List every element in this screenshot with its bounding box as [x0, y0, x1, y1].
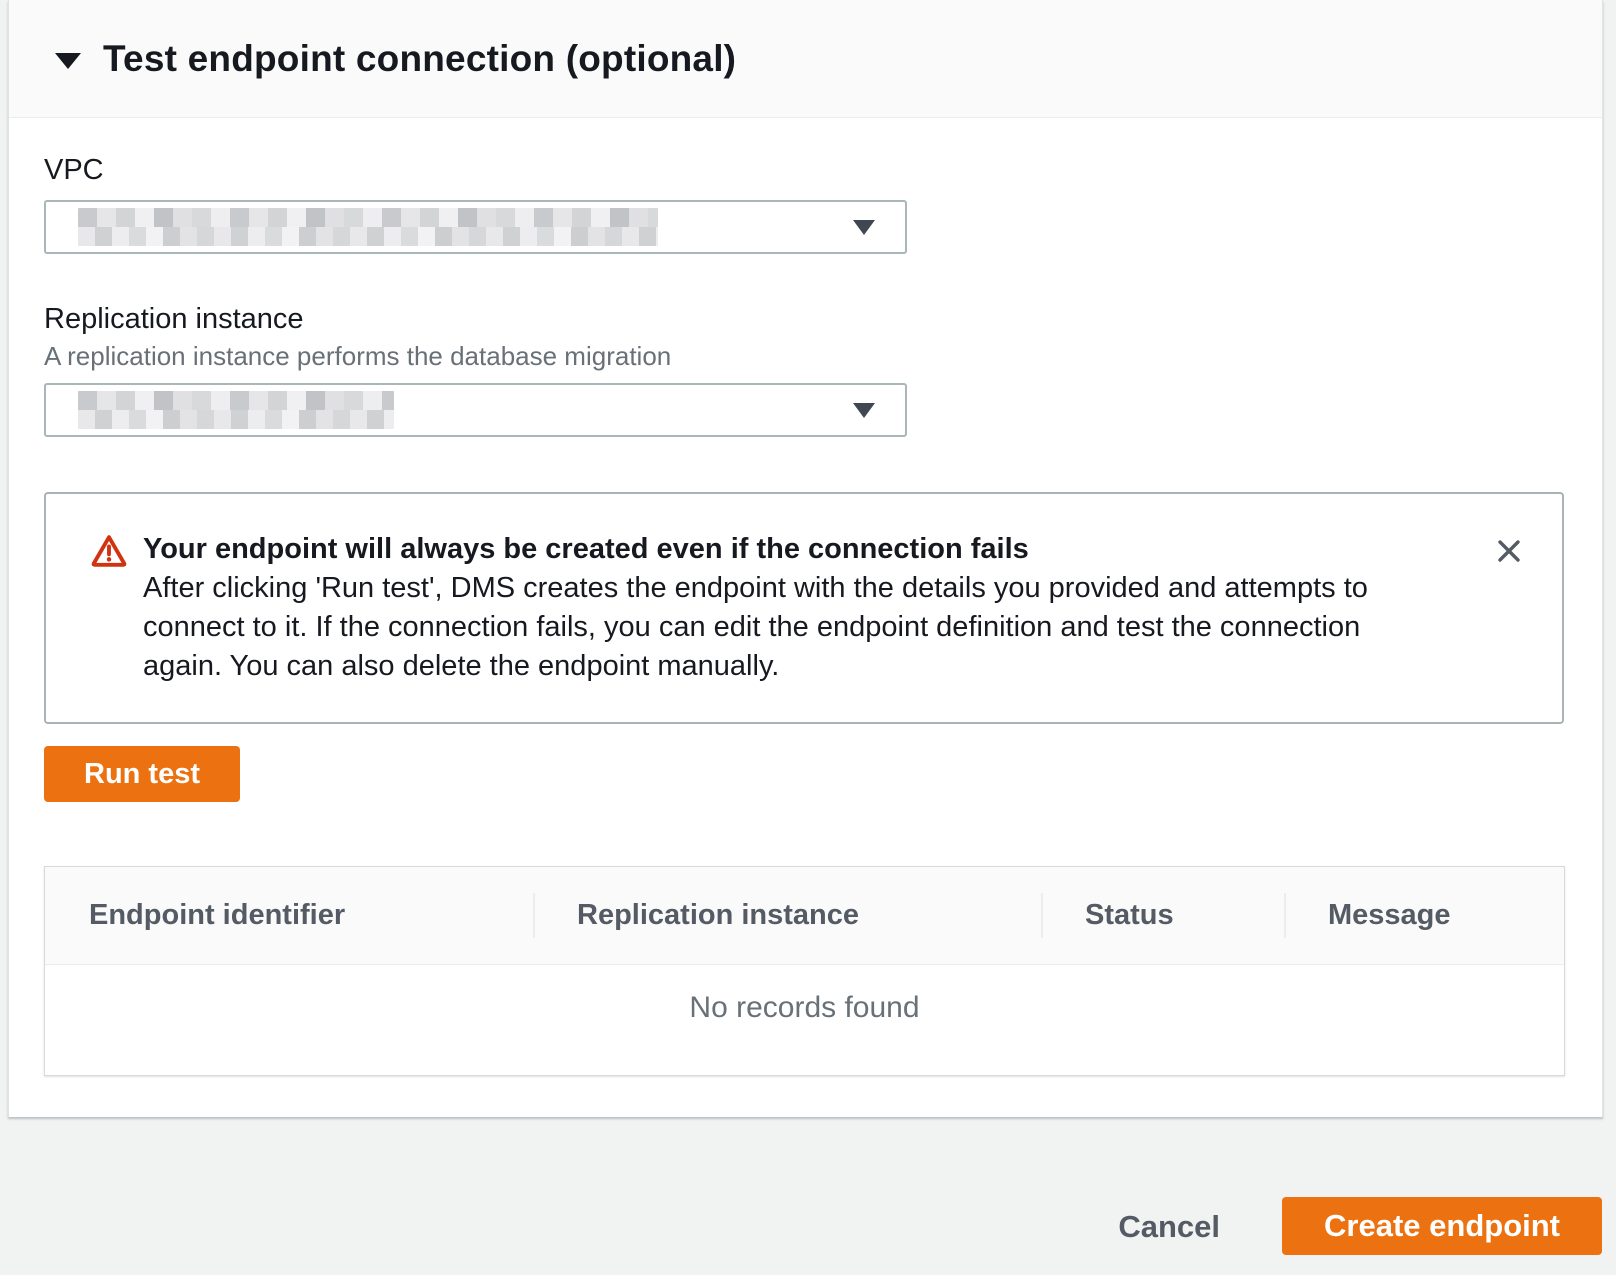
replication-instance-redacted-value [78, 391, 394, 429]
chevron-down-icon [853, 403, 875, 418]
vpc-redacted-value [78, 208, 658, 246]
column-header-status: Status [1041, 867, 1284, 964]
replication-instance-description: A replication instance performs the data… [44, 341, 1562, 371]
warning-alert: Your endpoint will always be created eve… [44, 492, 1564, 724]
collapse-triangle-icon[interactable] [55, 53, 81, 69]
vpc-label: VPC [44, 152, 1562, 188]
create-endpoint-button[interactable]: Create endpoint [1282, 1197, 1602, 1255]
column-header-endpoint-identifier: Endpoint identifier [45, 867, 533, 964]
replication-instance-label: Replication instance [44, 301, 1562, 337]
run-test-button[interactable]: Run test [44, 746, 240, 802]
test-endpoint-panel: Test endpoint connection (optional) VPC … [8, 0, 1603, 1117]
column-header-replication-instance: Replication instance [533, 867, 1041, 964]
warning-title: Your endpoint will always be created eve… [143, 530, 1439, 569]
connection-results-table: Endpoint identifier Replication instance… [44, 866, 1565, 1076]
close-icon[interactable] [1494, 536, 1524, 566]
vpc-field: VPC [44, 152, 1562, 254]
warning-content: Your endpoint will always be created eve… [143, 530, 1494, 686]
replication-instance-select[interactable] [44, 383, 907, 437]
replication-instance-field: Replication instance A replication insta… [44, 301, 1562, 437]
table-header-row: Endpoint identifier Replication instance… [45, 867, 1564, 965]
column-header-message: Message [1284, 867, 1564, 964]
footer-actions: Cancel Create endpoint [0, 1117, 1616, 1275]
panel-body: VPC Replication instance A replication i… [9, 118, 1602, 1117]
page: Test endpoint connection (optional) VPC … [0, 0, 1616, 1258]
chevron-down-icon [853, 220, 875, 235]
section-title: Test endpoint connection (optional) [103, 38, 736, 80]
warning-body: After clicking 'Run test', DMS creates t… [143, 569, 1439, 686]
table-empty-message: No records found [45, 965, 1564, 1075]
cancel-button[interactable]: Cancel [1118, 1197, 1220, 1257]
vpc-select[interactable] [44, 200, 907, 254]
section-header[interactable]: Test endpoint connection (optional) [9, 0, 1602, 118]
warning-triangle-icon [91, 533, 127, 574]
